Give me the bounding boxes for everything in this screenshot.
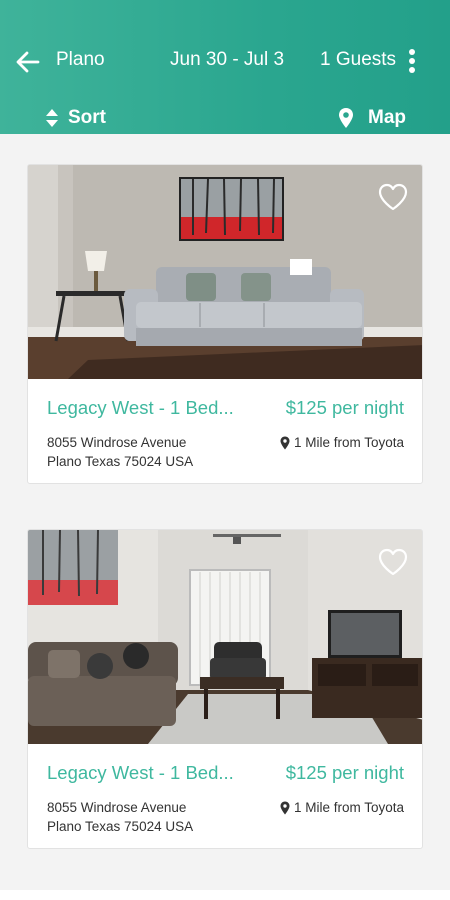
- address-line-1: 8055 Windrose Avenue: [47, 800, 187, 815]
- listing-title[interactable]: Legacy West - 1 Bed...: [47, 762, 234, 784]
- map-button[interactable]: Map: [338, 104, 406, 132]
- guest-count[interactable]: 1 Guests: [320, 49, 396, 71]
- address-line-1: 8055 Windrose Avenue: [47, 435, 187, 450]
- heart-outline-icon: [378, 548, 408, 576]
- listing-photo[interactable]: [28, 165, 422, 379]
- app-header: Plano Jun 30 - Jul 3 1 Guests Sort Map: [0, 0, 450, 134]
- favorite-button[interactable]: [378, 183, 408, 211]
- map-label: Map: [368, 107, 406, 128]
- sort-button[interactable]: Sort: [44, 104, 106, 132]
- back-button[interactable]: [14, 48, 42, 76]
- listing-title[interactable]: Legacy West - 1 Bed...: [47, 397, 234, 419]
- living-room-image: [28, 530, 422, 744]
- listing-photo[interactable]: [28, 530, 422, 744]
- more-vertical-icon: [409, 49, 415, 73]
- more-options-button[interactable]: [402, 46, 422, 76]
- sort-label: Sort: [68, 107, 106, 128]
- sort-icon: [46, 109, 58, 127]
- address-line-2: Plano Texas 75024 USA: [47, 819, 194, 834]
- listing-price: $125 per night: [285, 397, 404, 418]
- heart-outline-icon: [378, 183, 408, 211]
- location-pin-icon: [280, 801, 290, 814]
- listing-distance: 1 Mile from Toyota: [280, 435, 404, 450]
- bottom-edge: [0, 890, 450, 900]
- map-pin-icon: [339, 108, 353, 128]
- listing-list: Legacy West - 1 Bed... $125 per night 80…: [0, 134, 450, 890]
- distance-text: 1 Mile from Toyota: [293, 800, 404, 815]
- favorite-button[interactable]: [378, 548, 408, 576]
- search-city[interactable]: Plano: [56, 49, 105, 71]
- date-range[interactable]: Jun 30 - Jul 3: [170, 49, 284, 71]
- listing-card[interactable]: Legacy West - 1 Bed... $125 per night 80…: [27, 164, 423, 484]
- listing-price: $125 per night: [285, 762, 404, 783]
- listing-distance: 1 Mile from Toyota: [280, 800, 404, 815]
- living-room-image: [28, 165, 422, 379]
- listing-card[interactable]: Legacy West - 1 Bed... $125 per night 80…: [27, 529, 423, 849]
- arrow-left-icon: [16, 51, 40, 73]
- location-pin-icon: [280, 436, 290, 449]
- address-line-2: Plano Texas 75024 USA: [47, 454, 194, 469]
- distance-text: 1 Mile from Toyota: [293, 435, 404, 450]
